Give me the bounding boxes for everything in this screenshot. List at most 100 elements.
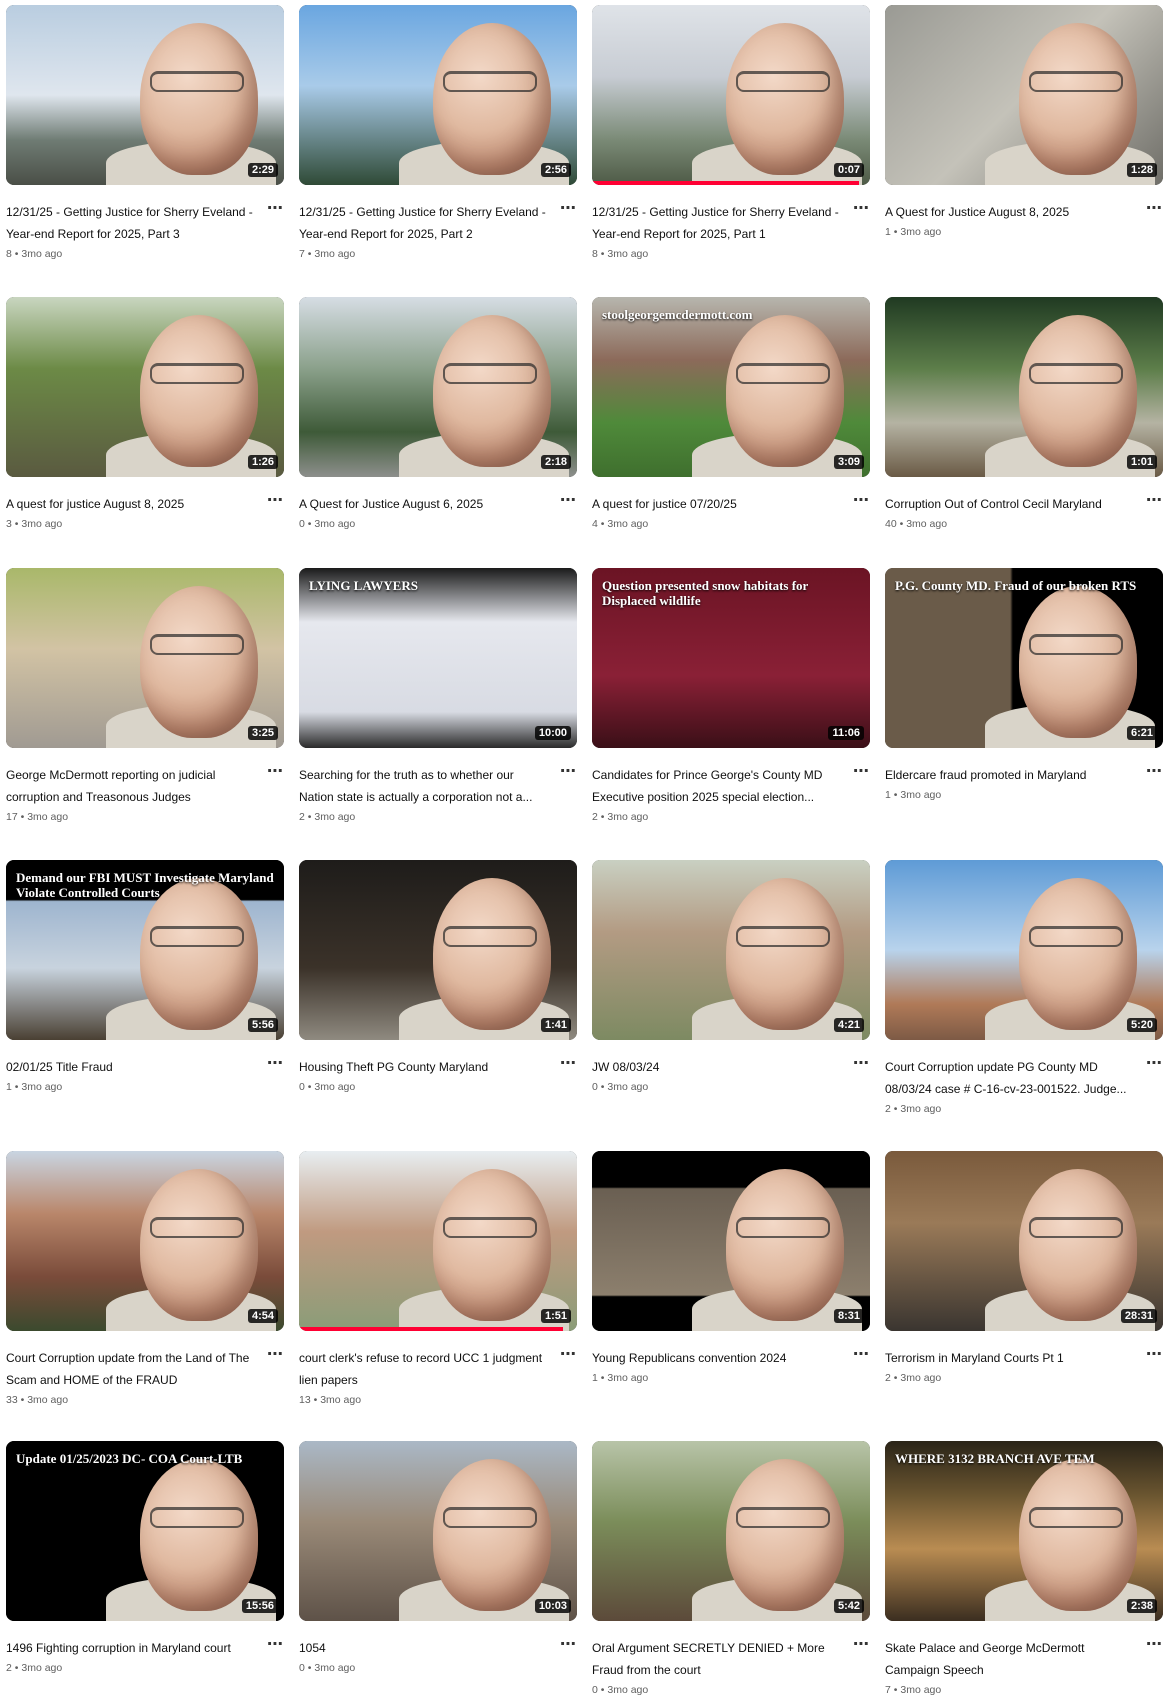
more-options-icon[interactable]: ⋯ [559, 489, 577, 513]
video-thumbnail[interactable]: 28:31 [885, 1151, 1163, 1331]
video-card[interactable]: 2:56 12/31/25 - Getting Justice for Sherr… [299, 5, 577, 262]
video-card[interactable]: 5:20 Court Corruption update PG County MD… [885, 860, 1163, 1117]
video-thumbnail[interactable]: 0:07 [592, 5, 870, 185]
more-options-icon[interactable]: ⋯ [1145, 197, 1163, 221]
more-options-icon[interactable]: ⋯ [266, 1633, 284, 1657]
more-options-icon[interactable]: ⋯ [559, 1052, 577, 1076]
video-title[interactable]: Candidates for Prince George's County MD… [592, 764, 844, 808]
video-thumbnail[interactable]: 2:18 [299, 297, 577, 477]
video-title[interactable]: court clerk's refuse to record UCC 1 jud… [299, 1347, 551, 1391]
video-title[interactable]: 12/31/25 - Getting Justice for Sherry Ev… [299, 201, 551, 245]
more-options-icon[interactable]: ⋯ [266, 489, 284, 513]
video-title[interactable]: Housing Theft PG County Maryland [299, 1056, 551, 1078]
video-title[interactable]: A Quest for Justice August 6, 2025 [299, 493, 551, 515]
video-thumbnail[interactable]: LYING LAWYERS 10:00 [299, 568, 577, 748]
video-card[interactable]: 1:51 court clerk's refuse to record UCC 1… [299, 1151, 577, 1408]
video-card[interactable]: Question presented snow habitats for Dis… [592, 568, 870, 825]
more-options-icon[interactable]: ⋯ [1145, 1633, 1163, 1657]
video-title[interactable]: Court Corruption update from the Land of… [6, 1347, 258, 1391]
duration-badge: 2:29 [247, 163, 278, 177]
video-card[interactable]: 4:54 Court Corruption update from the Lan… [6, 1151, 284, 1408]
video-thumbnail[interactable]: 10:03 [299, 1441, 577, 1621]
video-card[interactable]: 1:28 A Quest for Justice August 8, 2025 1 … [885, 5, 1163, 240]
more-options-icon[interactable]: ⋯ [559, 760, 577, 784]
video-title[interactable]: Terrorism in Maryland Courts Pt 1 [885, 1347, 1137, 1369]
video-thumbnail[interactable]: 5:42 [592, 1441, 870, 1621]
video-card[interactable]: 4:21 JW 08/03/24 0 • 3mo ago ⋯ [592, 860, 870, 1095]
video-title[interactable]: Court Corruption update PG County MD 08/… [885, 1056, 1137, 1100]
video-card[interactable]: stoolgeorgemcdermott.com 3:09 A quest for … [592, 297, 870, 532]
video-card[interactable]: P.G. County MD. Fraud of our broken RTS 6… [885, 568, 1163, 803]
video-title[interactable]: JW 08/03/24 [592, 1056, 844, 1078]
more-options-icon[interactable]: ⋯ [1145, 760, 1163, 784]
more-options-icon[interactable]: ⋯ [266, 1052, 284, 1076]
more-options-icon[interactable]: ⋯ [1145, 1343, 1163, 1367]
more-options-icon[interactable]: ⋯ [852, 197, 870, 221]
video-title[interactable]: 1496 Fighting corruption in Maryland cou… [6, 1637, 258, 1659]
video-thumbnail[interactable]: 8:31 [592, 1151, 870, 1331]
video-title[interactable]: Skate Palace and George McDermott Campai… [885, 1637, 1137, 1681]
video-title[interactable]: A quest for justice August 8, 2025 [6, 493, 258, 515]
more-options-icon[interactable]: ⋯ [266, 1343, 284, 1367]
video-title[interactable]: 02/01/25 Title Fraud [6, 1056, 258, 1078]
video-card[interactable]: 2:29 12/31/25 - Getting Justice for Sherr… [6, 5, 284, 262]
video-thumbnail[interactable]: 2:56 [299, 5, 577, 185]
video-thumbnail[interactable]: 1:41 [299, 860, 577, 1040]
video-title[interactable]: 12/31/25 - Getting Justice for Sherry Ev… [592, 201, 844, 245]
video-title[interactable]: 12/31/25 - Getting Justice for Sherry Ev… [6, 201, 258, 245]
video-card[interactable]: 2:18 A Quest for Justice August 6, 2025 0 … [299, 297, 577, 532]
video-thumbnail[interactable]: 1:51 [299, 1151, 577, 1331]
video-title[interactable]: Young Republicans convention 2024 [592, 1347, 844, 1369]
more-options-icon[interactable]: ⋯ [559, 197, 577, 221]
more-options-icon[interactable]: ⋯ [266, 197, 284, 221]
video-title[interactable]: A quest for justice 07/20/25 [592, 493, 844, 515]
video-thumbnail[interactable]: P.G. County MD. Fraud of our broken RTS 6… [885, 568, 1163, 748]
video-card[interactable]: 10:03 1054 0 • 3mo ago ⋯ [299, 1441, 577, 1676]
video-thumbnail[interactable]: WHERE 3132 BRANCH AVE TEM 2:38 [885, 1441, 1163, 1621]
video-card[interactable]: 1:26 A quest for justice August 8, 2025 3 … [6, 297, 284, 532]
video-thumbnail[interactable]: 4:54 [6, 1151, 284, 1331]
video-card[interactable]: 8:31 Young Republicans convention 2024 1 •… [592, 1151, 870, 1386]
video-thumbnail[interactable]: Update 01/25/2023 DC- COA Court-LTB 15:56 [6, 1441, 284, 1621]
video-thumbnail[interactable]: 1:01 [885, 297, 1163, 477]
more-options-icon[interactable]: ⋯ [852, 1343, 870, 1367]
video-title[interactable]: Corruption Out of Control Cecil Maryland [885, 493, 1137, 515]
video-thumbnail[interactable]: 1:26 [6, 297, 284, 477]
video-card[interactable]: 0:07 12/31/25 - Getting Justice for Sherr… [592, 5, 870, 262]
video-title[interactable]: George McDermott reporting on judicial c… [6, 764, 258, 808]
more-options-icon[interactable]: ⋯ [559, 1633, 577, 1657]
upload-age: 3mo ago [314, 518, 356, 530]
video-card[interactable]: 3:25 George McDermott reporting on judici… [6, 568, 284, 825]
video-thumbnail[interactable]: 1:28 [885, 5, 1163, 185]
video-thumbnail[interactable]: Demand our FBI MUST Investigate Maryland… [6, 860, 284, 1040]
video-title[interactable]: Eldercare fraud promoted in Maryland [885, 764, 1137, 786]
video-card[interactable]: Demand our FBI MUST Investigate Maryland… [6, 860, 284, 1095]
video-thumbnail[interactable]: 3:25 [6, 568, 284, 748]
video-thumbnail[interactable]: 2:29 [6, 5, 284, 185]
video-thumbnail[interactable]: 4:21 [592, 860, 870, 1040]
glasses-icon [1029, 1217, 1123, 1238]
more-options-icon[interactable]: ⋯ [852, 1633, 870, 1657]
video-card[interactable]: 28:31 Terrorism in Maryland Courts Pt 12 … [885, 1151, 1163, 1386]
video-title[interactable]: 1054 [299, 1637, 551, 1659]
stats-separator: • [890, 1684, 901, 1696]
video-thumbnail[interactable]: stoolgeorgemcdermott.com 3:09 [592, 297, 870, 477]
video-card[interactable]: LYING LAWYERS 10:00 Searching for the trut… [299, 568, 577, 825]
video-card[interactable]: WHERE 3132 BRANCH AVE TEM 2:38 Skate Palac… [885, 1441, 1163, 1698]
video-thumbnail[interactable]: Question presented snow habitats for Dis… [592, 568, 870, 748]
video-title[interactable]: Searching for the truth as to whether ou… [299, 764, 551, 808]
video-card[interactable]: 1:01 Corruption Out of Control Cecil Mary… [885, 297, 1163, 532]
video-card[interactable]: Update 01/25/2023 DC- COA Court-LTB 15:56… [6, 1441, 284, 1676]
more-options-icon[interactable]: ⋯ [852, 489, 870, 513]
more-options-icon[interactable]: ⋯ [266, 760, 284, 784]
video-card[interactable]: 1:41 Housing Theft PG County Maryland 0 • … [299, 860, 577, 1095]
more-options-icon[interactable]: ⋯ [852, 1052, 870, 1076]
more-options-icon[interactable]: ⋯ [1145, 489, 1163, 513]
more-options-icon[interactable]: ⋯ [852, 760, 870, 784]
video-card[interactable]: 5:42 Oral Argument SECRETLY DENIED + More… [592, 1441, 870, 1698]
video-title[interactable]: A Quest for Justice August 8, 2025 [885, 201, 1137, 223]
video-thumbnail[interactable]: 5:20 [885, 860, 1163, 1040]
more-options-icon[interactable]: ⋯ [559, 1343, 577, 1367]
video-title[interactable]: Oral Argument SECRETLY DENIED + More Fra… [592, 1637, 844, 1681]
more-options-icon[interactable]: ⋯ [1145, 1052, 1163, 1076]
